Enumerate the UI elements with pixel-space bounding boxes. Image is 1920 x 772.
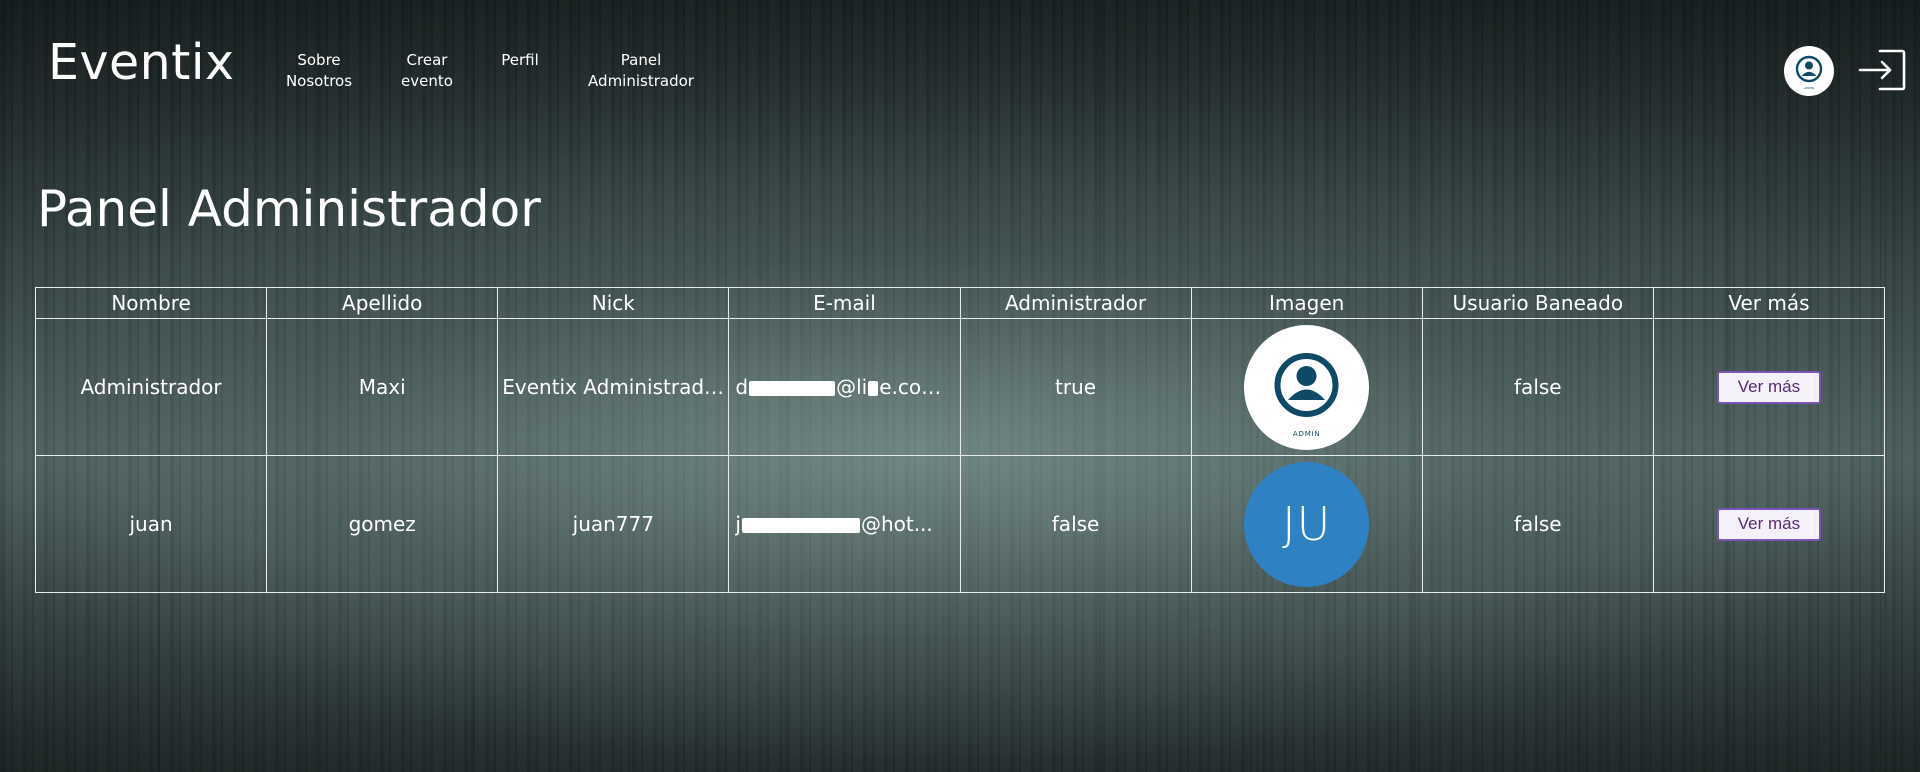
- cell-nick: Eventix Administrador: [497, 318, 730, 456]
- cell-baneado: false: [1421, 455, 1654, 593]
- column-header-ver-mas: Ver más: [1652, 287, 1886, 319]
- user-avatar-button[interactable]: ADMIN: [1784, 46, 1834, 96]
- user-image-initials: JU: [1244, 461, 1370, 587]
- table-header-row: Nombre Apellido Nick E-mail Administrado…: [34, 287, 1886, 319]
- column-header-baneado: Usuario Baneado: [1421, 287, 1654, 319]
- logout-arrow-icon: [1858, 49, 1906, 91]
- column-header-email: E-mail: [728, 287, 961, 319]
- cell-email: j @hot...: [728, 455, 961, 593]
- email-visible-end: @li: [836, 375, 868, 399]
- nav-create-event-link[interactable]: Crear evento: [396, 50, 458, 92]
- cell-nombre: juan: [34, 455, 268, 593]
- cell-nombre: Administrador: [34, 318, 268, 456]
- cell-baneado: false: [1421, 318, 1654, 456]
- users-table: Nombre Apellido Nick E-mail Administrado…: [34, 287, 1886, 593]
- page-title: Panel Administrador: [37, 180, 541, 238]
- cell-imagen: JU: [1190, 455, 1423, 593]
- cell-apellido: gomez: [266, 455, 499, 593]
- ver-mas-button[interactable]: Ver más: [1716, 370, 1822, 404]
- logout-button[interactable]: [1858, 48, 1906, 92]
- column-header-administrador: Administrador: [959, 287, 1192, 319]
- cell-nick: juan777: [497, 455, 730, 593]
- column-header-nick: Nick: [497, 287, 730, 319]
- column-header-nombre: Nombre: [34, 287, 268, 319]
- nav-about-link[interactable]: Sobre Nosotros: [280, 50, 358, 92]
- email-visible-start: d: [735, 375, 749, 399]
- cell-ver-mas: Ver más: [1652, 455, 1886, 593]
- nav-profile-link[interactable]: Perfil: [496, 50, 544, 71]
- email-visible-start: j: [735, 512, 741, 536]
- cell-email: d @li e.com....: [728, 318, 961, 456]
- email-redaction: [749, 381, 836, 396]
- brand-logo[interactable]: Eventix: [48, 38, 234, 87]
- image-caption: ADMIN: [1292, 429, 1321, 438]
- email-redaction: [741, 518, 860, 533]
- column-header-apellido: Apellido: [266, 287, 499, 319]
- email-visible-tail: e.com....: [879, 375, 960, 399]
- user-image-admin: ADMIN: [1244, 324, 1370, 450]
- table-row: juan gomez juan777 j @hot... false JU fal…: [34, 455, 1886, 593]
- column-header-imagen: Imagen: [1190, 287, 1423, 319]
- email-visible-end: @hot...: [860, 512, 933, 536]
- cell-administrador: true: [959, 318, 1192, 456]
- ver-mas-button[interactable]: Ver más: [1716, 507, 1822, 541]
- nav-admin-panel-link[interactable]: Panel Administrador: [580, 50, 702, 92]
- email-redaction: [868, 381, 879, 396]
- cell-administrador: false: [959, 455, 1192, 593]
- table-row: Administrador Maxi Eventix Administrador…: [34, 318, 1886, 456]
- user-circle-icon: ADMIN: [1795, 55, 1823, 90]
- avatar-caption: ADMIN: [1804, 86, 1814, 90]
- navbar: Eventix Sobre Nosotros Crear evento Perf…: [0, 0, 1920, 140]
- cell-apellido: Maxi: [266, 318, 499, 456]
- cell-imagen: ADMIN: [1190, 318, 1423, 456]
- cell-ver-mas: Ver más: [1652, 318, 1886, 456]
